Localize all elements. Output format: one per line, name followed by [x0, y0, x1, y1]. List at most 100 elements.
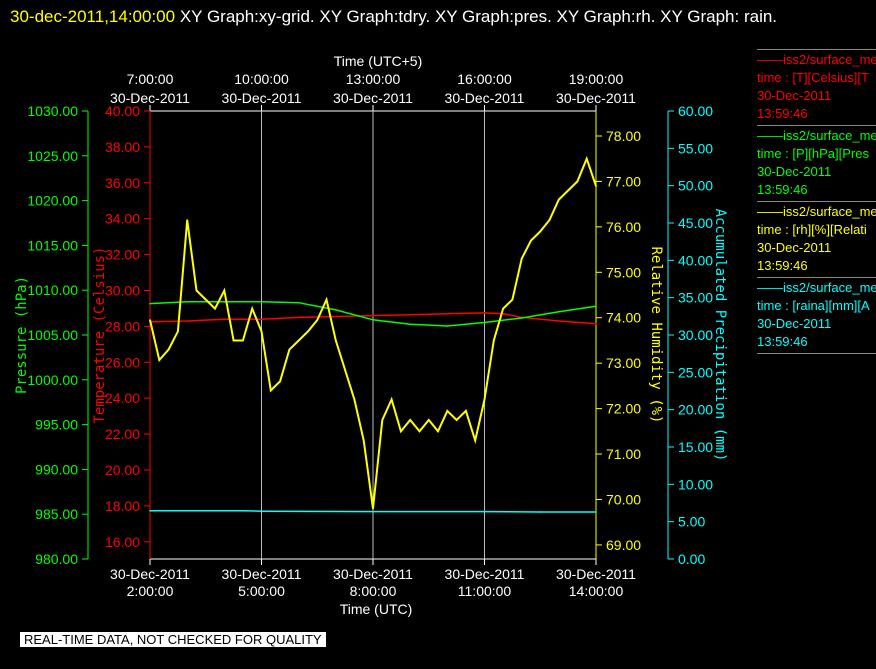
rh-data-point: [344, 369, 346, 371]
rh-tick-label: 77.00: [606, 173, 641, 189]
rh-data-point: [186, 219, 188, 221]
temperature-data-point: [446, 313, 449, 315]
temperature-data-point: [297, 316, 300, 319]
rh-data-point: [474, 439, 477, 442]
pressure-data-point: [483, 321, 486, 324]
precip-tick-label: 55.00: [678, 140, 713, 156]
temperature-axis-label: Temperature (Celsius): [92, 246, 108, 423]
rh-tick-label: 78.00: [606, 128, 641, 144]
pressure-tick-label: 1005.00: [27, 327, 78, 343]
x2-tick-label: 13:00:00: [346, 71, 401, 87]
legend-entry-text: 30-Dec-2011: [757, 316, 832, 331]
rh-data-point: [288, 348, 291, 351]
rh-data-point: [149, 319, 151, 321]
rh-data-point: [204, 298, 207, 301]
rh-tick-label: 72.00: [606, 401, 641, 417]
rh-tick-label: 73.00: [606, 355, 641, 371]
temperature-data-point: [483, 312, 486, 314]
temperature-data-point: [372, 314, 374, 317]
rh-data-point: [177, 330, 179, 333]
rh-tick-label: 69.00: [606, 537, 641, 553]
rh-data-point: [427, 419, 430, 421]
rh-data-point: [567, 189, 569, 192]
legend-entry: ——iss2/surface_metime : [P][hPa][Pres 30-…: [757, 125, 876, 201]
rh-data-point: [409, 419, 411, 421]
legend-entry: ——iss2/surface_me time : [T][Celsius][T 30…: [757, 49, 876, 125]
rh-data-point: [492, 339, 495, 342]
legend-entry-text: ——iss2/surface_me: [757, 128, 876, 143]
rh-tick-label: 76.00: [606, 219, 641, 235]
rh-tick-label: 74.00: [606, 310, 641, 326]
temperature-tick-label: 30.00: [105, 282, 140, 298]
pressure-tick-label: 1000.00: [27, 372, 78, 388]
rh-data-point: [558, 198, 560, 201]
temperature-data-point: [335, 315, 337, 318]
pressure-data-point: [558, 310, 560, 313]
pressure-data-point: [297, 301, 300, 304]
precip-data-point: [242, 510, 244, 512]
legend-entry-text: time : [raina][mm][A: [757, 298, 870, 313]
legend-entry: ——iss2/surface_me time : [raina][mm][A 30-…: [757, 277, 876, 354]
temperature-tick-label: 32.00: [105, 247, 140, 263]
rh-data-point: [251, 307, 254, 310]
precip-tick-label: 40.00: [678, 252, 713, 268]
temperature-data-point: [223, 318, 226, 321]
temperature-tick-label: 16.00: [105, 534, 140, 550]
legend-entry-text: time : [P][hPa][Pres: [757, 146, 869, 161]
temperature-data-point: [595, 322, 597, 325]
temperature-tick-label: 40.00: [105, 103, 140, 119]
rh-data-point: [576, 180, 579, 183]
legend-entry-text: 13:59:46: [757, 106, 808, 121]
legend: ——iss2/surface_me time : [T][Celsius][T 30…: [757, 49, 876, 354]
precip-data-point: [539, 511, 542, 513]
rh-data-point: [158, 359, 161, 361]
rh-data-point: [214, 307, 216, 310]
precip-tick-label: 10.00: [678, 476, 713, 492]
pressure-data-point: [446, 325, 449, 327]
precip-tick-label: 60.00: [678, 103, 713, 119]
rh-data-point: [372, 507, 374, 510]
precip-tick-label: 25.00: [678, 364, 713, 380]
precip-axis-label: Accumulated Precipitation (mm): [712, 209, 728, 462]
rh-data-point: [539, 230, 542, 233]
rh-data-point: [260, 330, 263, 333]
rh-data-point: [242, 339, 244, 342]
pressure-tick-label: 995.00: [35, 417, 78, 433]
legend-entry-text: 13:59:46: [757, 334, 808, 349]
rh-tick-label: 71.00: [606, 446, 641, 462]
rh-data-point: [335, 339, 337, 342]
pressure-data-point: [520, 317, 523, 319]
x2-axis-label: Time (UTC+5): [334, 53, 423, 69]
rh-data-point: [437, 430, 439, 433]
temperature-tick-label: 38.00: [105, 139, 140, 155]
rh-data-point: [520, 257, 523, 260]
temperature-tick-label: 24.00: [105, 390, 140, 406]
pressure-tick-label: 985.00: [35, 506, 78, 522]
rh-data-point: [483, 398, 486, 401]
x-tick-label: 30-Dec-2011: [110, 566, 190, 582]
rh-data-point: [530, 239, 532, 242]
x-axis-label: Time (UTC): [340, 601, 413, 617]
precip-data-point: [483, 510, 486, 513]
temperature-tick-label: 20.00: [105, 462, 140, 478]
rh-data-point: [446, 410, 449, 412]
pressure-data-point: [186, 301, 188, 303]
rh-data-point: [390, 398, 393, 401]
pressure-data-point: [409, 323, 411, 326]
legend-entry-text: 30-Dec-2011: [757, 164, 832, 179]
precip-data-point: [260, 510, 263, 513]
temperature-data-point: [409, 313, 411, 316]
rh-data-point: [195, 289, 198, 292]
pressure-tick-label: 1030.00: [27, 103, 78, 119]
rh-axis-label: Relative Humidity (%): [648, 246, 664, 423]
rh-data-point: [232, 339, 235, 342]
precip-tick-label: 35.00: [678, 290, 713, 306]
quality-disclaimer: REAL-TIME DATA, NOT CHECKED FOR QUALITY: [20, 632, 326, 647]
rh-data-point: [307, 330, 309, 333]
x-tick-label: 30-Dec-2011: [556, 566, 636, 582]
legend-entry-text: ——iss2/surface_me: [757, 52, 876, 67]
temperature-tick-label: 18.00: [105, 498, 140, 514]
precip-tick-label: 5.00: [678, 514, 705, 530]
rh-data-point: [381, 419, 384, 421]
pressure-data-point: [335, 309, 337, 311]
